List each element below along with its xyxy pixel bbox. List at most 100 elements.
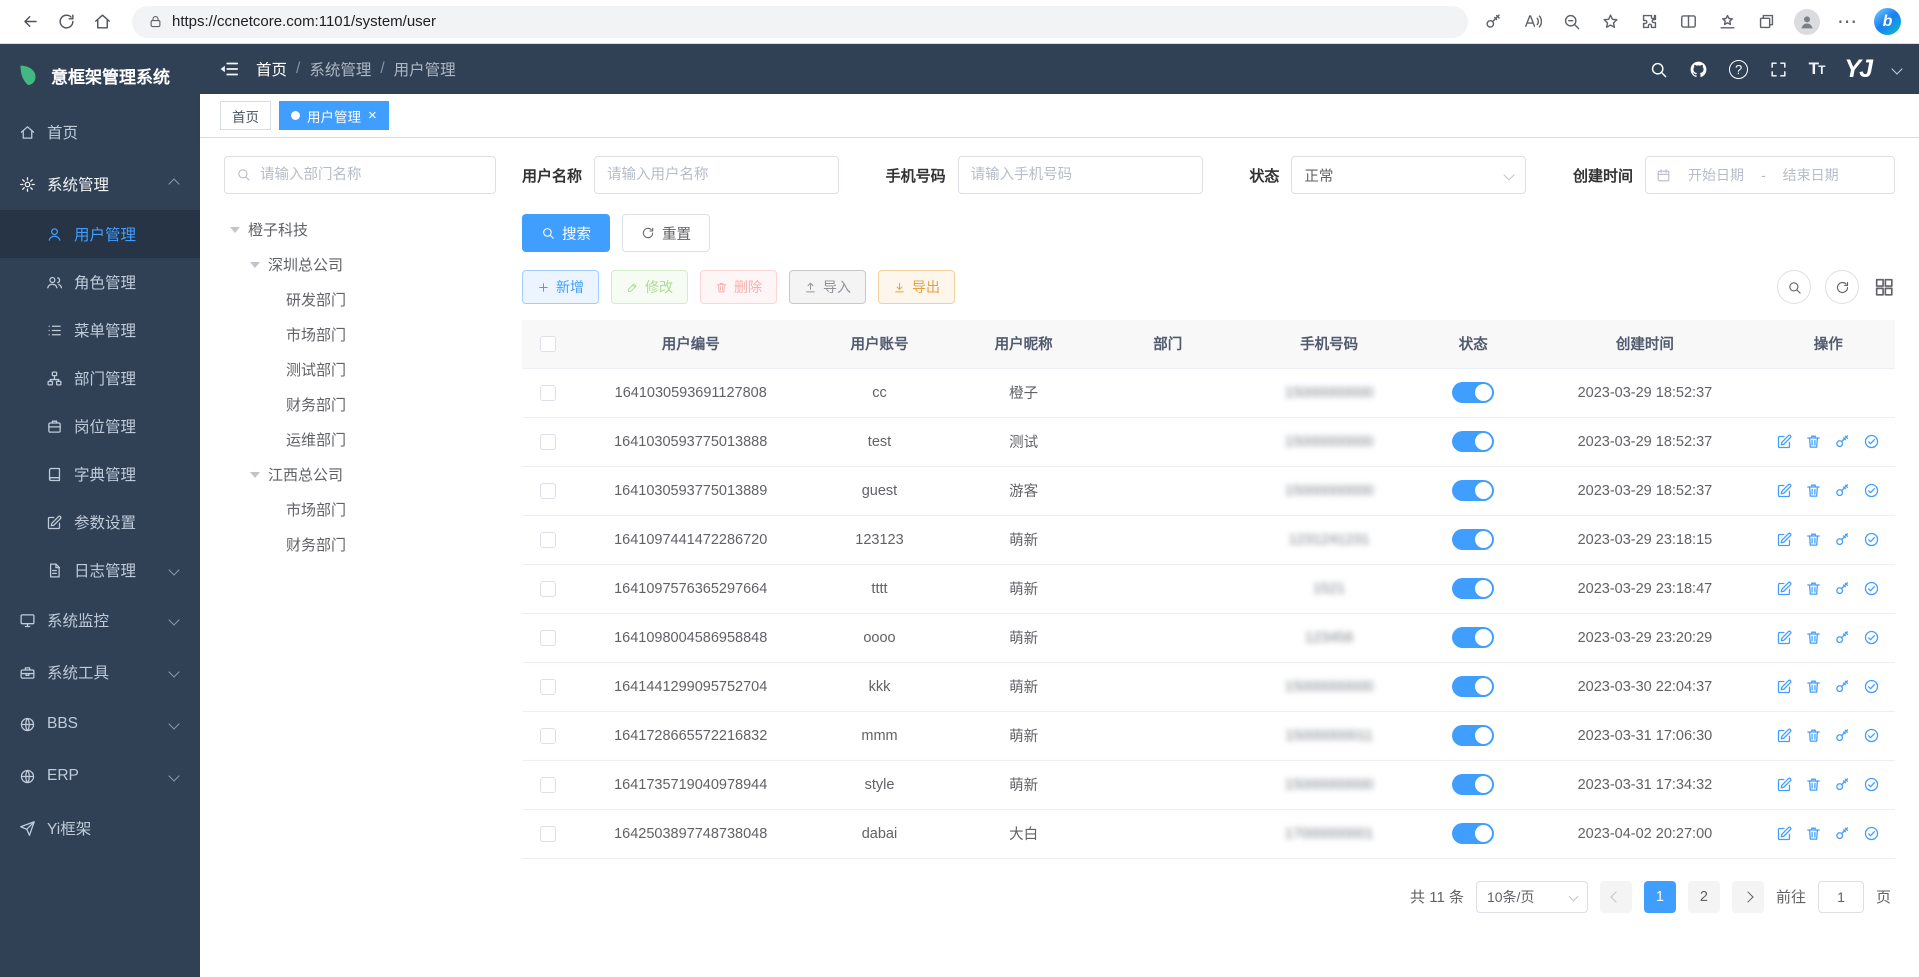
split-screen-icon[interactable] <box>1677 11 1699 33</box>
export-button[interactable]: 导出 <box>878 270 955 304</box>
sidebar-item-yi-framework[interactable]: Yi框架 <box>0 802 200 854</box>
tree-node-finance-dept[interactable]: 财务部门 <box>224 387 496 422</box>
delete-icon[interactable] <box>1805 629 1822 646</box>
breadcrumb-user[interactable]: 用户管理 <box>394 58 456 80</box>
delete-button[interactable]: 删除 <box>700 270 777 304</box>
next-page-button[interactable] <box>1732 881 1764 913</box>
table-row[interactable]: 1641441299095752704 kkk 萌新 15000000000 2… <box>522 662 1895 711</box>
row-checkbox[interactable] <box>540 385 556 401</box>
status-toggle[interactable] <box>1452 431 1494 452</box>
reset-password-icon[interactable] <box>1834 776 1851 793</box>
password-key-icon[interactable] <box>1482 11 1504 33</box>
tree-node-ops-dept[interactable]: 运维部门 <box>224 422 496 457</box>
status-toggle[interactable] <box>1452 774 1494 795</box>
sidebar-item-menu-management[interactable]: 菜单管理 <box>0 306 200 354</box>
collections-icon[interactable] <box>1755 11 1777 33</box>
assign-role-icon[interactable] <box>1863 776 1880 793</box>
table-row[interactable]: 1642503897748738048 dabai 大白 17000000001… <box>522 809 1895 858</box>
reset-button[interactable]: 重置 <box>622 214 710 252</box>
bing-icon[interactable]: b <box>1874 8 1901 35</box>
delete-icon[interactable] <box>1805 433 1822 450</box>
sidebar-item-user-management[interactable]: 用户管理 <box>0 210 200 258</box>
search-button[interactable]: 搜索 <box>522 214 610 252</box>
status-toggle[interactable] <box>1452 823 1494 844</box>
row-checkbox[interactable] <box>540 581 556 597</box>
reset-password-icon[interactable] <box>1834 629 1851 646</box>
status-select[interactable]: 正常 <box>1291 156 1526 194</box>
assign-role-icon[interactable] <box>1863 580 1880 597</box>
goto-page-input[interactable] <box>1818 881 1864 913</box>
caret-down-icon[interactable] <box>250 472 260 478</box>
assign-role-icon[interactable] <box>1863 629 1880 646</box>
sidebar-item-system-management[interactable]: 系统管理 <box>0 158 200 210</box>
caret-down-icon[interactable] <box>250 262 260 268</box>
status-toggle[interactable] <box>1452 578 1494 599</box>
columns-toggle-icon[interactable] <box>1873 276 1895 298</box>
row-checkbox[interactable] <box>540 826 556 842</box>
delete-icon[interactable] <box>1805 727 1822 744</box>
tree-node-test-dept[interactable]: 测试部门 <box>224 352 496 387</box>
assign-role-icon[interactable] <box>1863 727 1880 744</box>
app-logo[interactable]: 意框架管理系统 <box>0 44 200 106</box>
table-row[interactable]: 1641735719040978944 style 萌新 15000000000… <box>522 760 1895 809</box>
assign-role-icon[interactable] <box>1863 825 1880 842</box>
tree-node-finance-dept-2[interactable]: 财务部门 <box>224 527 496 562</box>
table-row[interactable]: 1641098004586958848 oooo 萌新 123456 2023-… <box>522 613 1895 662</box>
browser-more-icon[interactable]: ⋯ <box>1837 12 1857 32</box>
assign-role-icon[interactable] <box>1863 531 1880 548</box>
table-row[interactable]: 1641728665572216832 mmm 萌新 15000000011 2… <box>522 711 1895 760</box>
table-row[interactable]: 1641030593775013888 test 测试 15000000000 … <box>522 417 1895 466</box>
sidebar-item-dict-management[interactable]: 字典管理 <box>0 450 200 498</box>
tree-node-market-dept-2[interactable]: 市场部门 <box>224 492 496 527</box>
row-checkbox[interactable] <box>540 679 556 695</box>
sidebar-item-bbs[interactable]: BBS <box>0 698 200 750</box>
status-toggle[interactable] <box>1452 627 1494 648</box>
sidebar-item-erp[interactable]: ERP <box>0 750 200 802</box>
favorites-bar-icon[interactable] <box>1716 11 1738 33</box>
row-checkbox[interactable] <box>540 728 556 744</box>
zoom-out-icon[interactable] <box>1560 11 1582 33</box>
edit-icon[interactable] <box>1776 825 1793 842</box>
browser-home-button[interactable] <box>86 6 118 38</box>
caret-down-icon[interactable] <box>230 227 240 233</box>
sidebar-item-system-tools[interactable]: 系统工具 <box>0 646 200 698</box>
read-aloud-icon[interactable] <box>1521 11 1543 33</box>
page-button-2[interactable]: 2 <box>1688 881 1720 913</box>
edit-icon[interactable] <box>1776 531 1793 548</box>
reset-password-icon[interactable] <box>1834 482 1851 499</box>
row-checkbox[interactable] <box>540 434 556 450</box>
edit-icon[interactable] <box>1776 580 1793 597</box>
tab-user-management[interactable]: 用户管理 × <box>279 101 389 130</box>
reset-password-icon[interactable] <box>1834 433 1851 450</box>
import-button[interactable]: 导入 <box>789 270 866 304</box>
dept-search-input[interactable] <box>224 156 496 194</box>
reset-password-icon[interactable] <box>1834 825 1851 842</box>
user-logo[interactable]: YJ <box>1844 55 1871 84</box>
delete-icon[interactable] <box>1805 531 1822 548</box>
assign-role-icon[interactable] <box>1863 482 1880 499</box>
assign-role-icon[interactable] <box>1863 678 1880 695</box>
edit-icon[interactable] <box>1776 629 1793 646</box>
tab-close-icon[interactable]: × <box>368 108 377 123</box>
delete-icon[interactable] <box>1805 580 1822 597</box>
row-checkbox[interactable] <box>540 483 556 499</box>
status-toggle[interactable] <box>1452 725 1494 746</box>
table-row[interactable]: 1641030593775013889 guest 游客 15000000000… <box>522 466 1895 515</box>
delete-icon[interactable] <box>1805 776 1822 793</box>
status-toggle[interactable] <box>1452 676 1494 697</box>
edit-icon[interactable] <box>1776 678 1793 695</box>
reset-password-icon[interactable] <box>1834 580 1851 597</box>
edit-icon[interactable] <box>1776 433 1793 450</box>
row-checkbox[interactable] <box>540 777 556 793</box>
delete-icon[interactable] <box>1805 825 1822 842</box>
table-row[interactable]: 1641030593691127808 cc 橙子 15000000000 20… <box>522 368 1895 417</box>
sidebar-item-system-monitor[interactable]: 系统监控 <box>0 594 200 646</box>
delete-icon[interactable] <box>1805 482 1822 499</box>
edit-button[interactable]: 修改 <box>611 270 688 304</box>
font-size-icon[interactable]: TT <box>1809 59 1825 79</box>
favorites-icon[interactable] <box>1599 11 1621 33</box>
sidebar-item-param-settings[interactable]: 参数设置 <box>0 498 200 546</box>
address-bar[interactable]: https://ccnetcore.com:1101/system/user <box>132 6 1468 38</box>
table-row[interactable]: 1641097576365297664 tttt 萌新 1521 2023-03… <box>522 564 1895 613</box>
collapse-sidebar-icon[interactable] <box>218 58 240 80</box>
